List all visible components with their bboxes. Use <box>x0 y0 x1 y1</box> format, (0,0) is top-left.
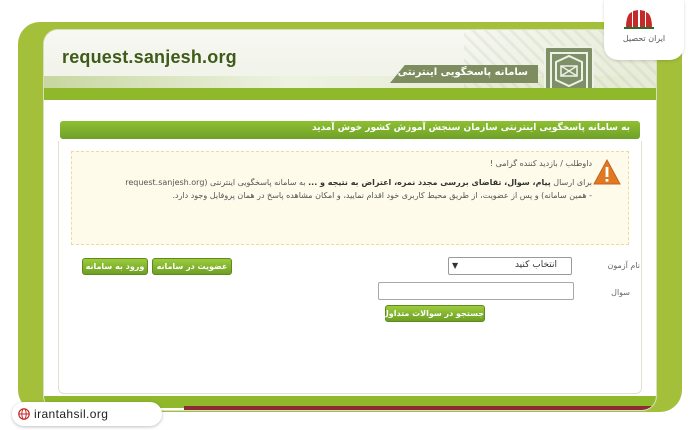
question-input[interactable] <box>378 282 574 300</box>
footer-accent <box>184 406 654 410</box>
notice-intro: برای ارسال <box>553 178 592 187</box>
notice-box: داوطلب / بازدید کننده گرامی ! برای ارسال… <box>71 151 629 245</box>
notice-highlight: پیام، سوال، تقاضای بررسی مجدد نمره، اعتر… <box>308 178 551 187</box>
welcome-bar: به سامانه پاسخگویی اینترنتی سازمان سنجش … <box>60 121 640 139</box>
welcome-text: به سامانه پاسخگویی اینترنتی سازمان سنجش … <box>312 123 630 133</box>
site-header: request.sanjesh.org سامانه پاسخگویی اینت… <box>44 30 656 100</box>
notice-greeting: داوطلب / بازدید کننده گرامی ! <box>489 159 592 168</box>
header-green-strip <box>44 88 656 100</box>
globe-icon <box>18 408 30 420</box>
login-button[interactable]: ورود به سامانه <box>82 258 148 275</box>
site-subtitle: سامانه پاسخگویی اینترنتی <box>397 67 528 78</box>
chevron-down-icon: ▼ <box>452 261 459 270</box>
watermark-badge: irantahsil.org <box>12 402 162 426</box>
brand-logo: ایران تحصیل <box>604 0 684 60</box>
brand-mark-icon <box>624 10 654 29</box>
watermark-text: irantahsil.org <box>34 407 109 421</box>
warning-icon <box>593 158 621 185</box>
exam-select-value: انتخاب کنید <box>514 260 557 270</box>
question-label: سوال <box>611 288 630 297</box>
brand-name: ایران تحصیل <box>622 34 666 43</box>
notice-body: برای ارسال پیام، سوال، تقاضای بررسی مجدد… <box>122 176 592 202</box>
page-frame: request.sanjesh.org سامانه پاسخگویی اینت… <box>0 0 700 430</box>
exam-select[interactable]: انتخاب کنید ▼ <box>448 257 572 275</box>
register-button[interactable]: عضویت در سامانه <box>152 258 232 275</box>
site-card: request.sanjesh.org سامانه پاسخگویی اینت… <box>44 30 656 410</box>
exam-label: نام آزمون <box>607 261 640 270</box>
faq-search-button[interactable]: جستجو در سوالات متداول <box>382 305 485 322</box>
site-domain-title[interactable]: request.sanjesh.org <box>62 47 237 68</box>
